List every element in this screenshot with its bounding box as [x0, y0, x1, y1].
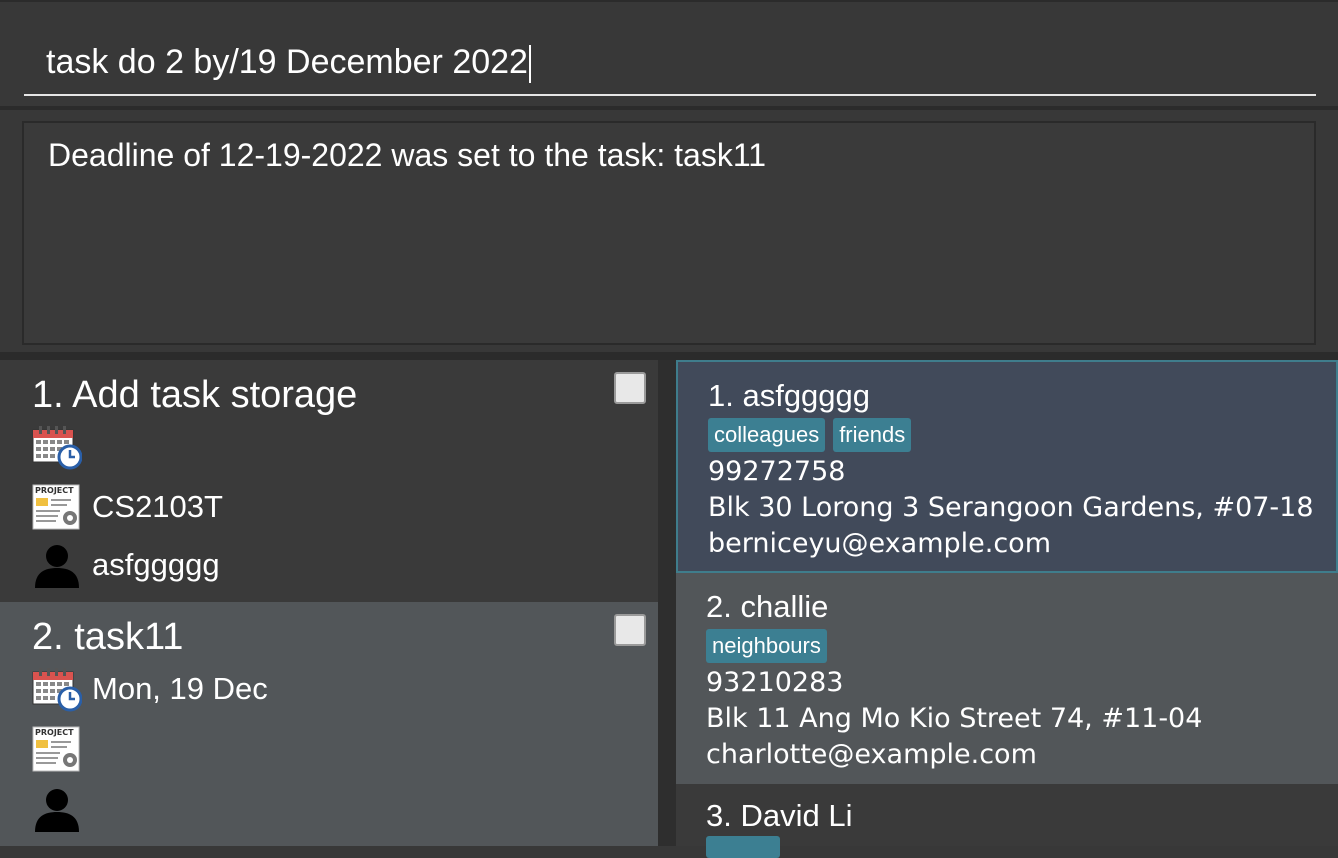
task-title: 1. Add task storage — [32, 374, 358, 416]
person-name: 3. David Li — [706, 798, 853, 833]
person-tags — [706, 836, 780, 858]
person-address: Blk 30 Lorong 3 Serangoon Gardens, #07-1… — [708, 492, 1314, 523]
result-display: Deadline of 12-19-2022 was set to the ta… — [22, 121, 1316, 345]
person-name: 1. asfggggg — [708, 378, 871, 413]
tag-label: neighbours — [706, 629, 827, 663]
person-name: 2. challie — [706, 589, 829, 624]
result-message: Deadline of 12-19-2022 was set to the ta… — [48, 137, 767, 173]
task-project: CS2103T — [92, 489, 223, 524]
task-deadline-row — [32, 424, 92, 470]
tag-label — [706, 836, 780, 858]
person-icon — [35, 789, 79, 832]
person-email: berniceyu@example.com — [708, 528, 1051, 559]
task-assignee-row — [32, 786, 92, 832]
person-list[interactable]: 1. asfggggg colleagues friends 99272758 … — [676, 360, 1338, 858]
person-icon — [35, 545, 79, 588]
person-card[interactable]: 2. challie neighbours 93210283 Blk 11 An… — [676, 573, 1338, 784]
task-deadline-row: Mon, 19 Dec — [32, 666, 268, 712]
task-project-row: PROJECT — [32, 726, 92, 772]
calendar-clock-icon — [32, 426, 82, 470]
task-list[interactable]: 1. Add task storage PROJECT CS2103T asfg… — [0, 360, 658, 846]
task-card-selected[interactable]: 2. task11 Mon, 19 Dec PROJECT — [0, 602, 658, 846]
task-done-checkbox[interactable] — [614, 614, 646, 646]
svg-text:PROJECT: PROJECT — [35, 728, 74, 737]
divider — [0, 352, 1338, 360]
person-phone: 99272758 — [708, 456, 846, 487]
person-email: charlotte@example.com — [706, 739, 1037, 770]
panel-splitter[interactable] — [658, 360, 676, 846]
calendar-clock-icon — [32, 668, 82, 712]
person-tags: neighbours — [706, 629, 827, 663]
tag-label: friends — [833, 418, 912, 452]
text-caret — [528, 45, 531, 84]
command-box: task do 2 by/19 December 2022 — [0, 0, 1338, 108]
task-card[interactable]: 1. Add task storage PROJECT CS2103T asfg… — [0, 360, 658, 602]
task-assignee-row: asfggggg — [32, 542, 220, 588]
person-tags: colleagues friends — [708, 418, 912, 452]
task-title: 2. task11 — [32, 616, 184, 658]
command-text: task do 2 by/19 December 2022 — [46, 43, 528, 81]
person-card-selected[interactable]: 1. asfggggg colleagues friends 99272758 … — [676, 360, 1338, 573]
tag-label: colleagues — [708, 418, 826, 452]
divider — [0, 106, 1338, 110]
project-document-icon: PROJECT — [32, 726, 80, 772]
command-input[interactable]: task do 2 by/19 December 2022 — [24, 32, 1316, 96]
task-done-checkbox[interactable] — [614, 372, 646, 404]
task-assignee: asfggggg — [92, 547, 220, 582]
person-phone: 93210283 — [706, 667, 844, 698]
person-card[interactable]: 3. David Li — [676, 784, 1338, 858]
person-address: Blk 11 Ang Mo Kio Street 74, #11-04 — [706, 703, 1203, 734]
task-project-row: PROJECT CS2103T — [32, 484, 223, 530]
task-deadline: Mon, 19 Dec — [92, 671, 268, 706]
project-document-icon: PROJECT — [32, 484, 80, 530]
svg-text:PROJECT: PROJECT — [35, 486, 74, 495]
